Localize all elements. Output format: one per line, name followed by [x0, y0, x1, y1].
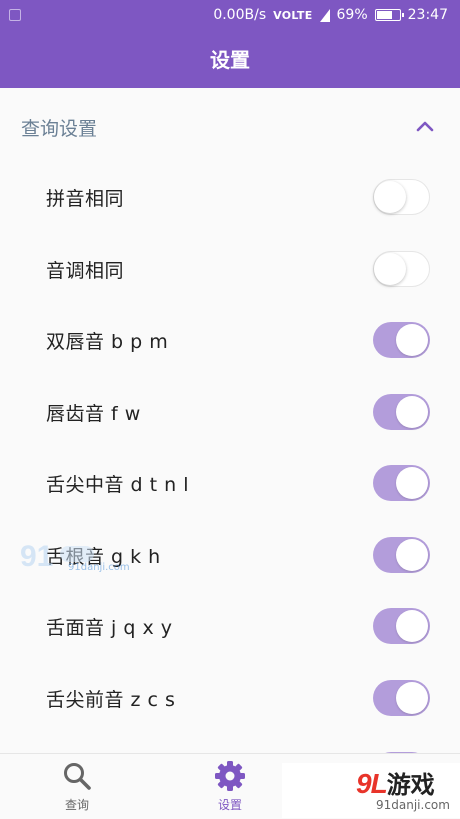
setting-label: 唇齿音 f w — [46, 402, 141, 425]
setting-row: 双唇音 b p m — [0, 305, 460, 377]
settings-list: 拼音相同 音调相同 双唇音 b p m 唇齿音 f w 舌尖中音 d t n l… — [0, 162, 460, 734]
page-title: 设置 — [210, 48, 250, 72]
setting-row: 唇齿音 f w — [0, 377, 460, 449]
setting-label: 舌面音 j q x y — [46, 617, 173, 639]
watermark-url: 91danji.com — [68, 562, 130, 573]
toggle-switch[interactable] — [373, 679, 430, 716]
toggle-thumb — [396, 324, 428, 356]
setting-label: 拼音相同 — [46, 188, 125, 210]
toggle-switch[interactable] — [373, 322, 430, 358]
status-indicators: 0.00B/s VOLTE 69% 23:47 — [213, 7, 448, 23]
toggle-thumb — [374, 181, 406, 213]
section-header-query-settings[interactable]: 查询设置 — [0, 92, 460, 160]
setting-row: 音调相同 — [0, 234, 460, 306]
signal-icon — [319, 8, 330, 22]
nav-item-query[interactable]: 查询 — [0, 754, 154, 819]
toggle-switch[interactable] — [373, 465, 430, 501]
clock: 23:47 — [407, 7, 448, 23]
setting-row: 舌尖前音 z c s — [0, 663, 460, 735]
toggle-switch[interactable] — [373, 536, 430, 573]
section-title: 查询设置 — [21, 118, 98, 140]
toggle-thumb — [396, 681, 428, 714]
network-speed: 0.00B/s — [213, 7, 267, 23]
battery-percent: 69% — [336, 7, 368, 23]
gear-icon — [214, 760, 246, 792]
setting-label: 音调相同 — [46, 259, 125, 282]
toggle-switch[interactable] — [373, 608, 430, 644]
volte-indicator: VOLTE — [273, 8, 313, 22]
brand-watermark: 9L游戏 91danji.com — [282, 763, 460, 818]
status-bar: 0.00B/s VOLTE 69% 23:47 — [0, 0, 460, 32]
brand-logo: 9L游戏 — [356, 765, 435, 800]
brand-name: 游戏 — [386, 772, 435, 799]
setting-row: 拼音相同 — [0, 162, 460, 234]
toggle-thumb — [396, 538, 428, 571]
setting-label: 双唇音 b p m — [46, 331, 169, 353]
toggle-switch[interactable] — [373, 393, 430, 430]
toggle-switch[interactable] — [373, 179, 430, 215]
svg-text:91: 91 — [20, 540, 53, 573]
notification-app-icon — [9, 9, 21, 21]
setting-row: 舌尖中音 d t n l — [0, 448, 460, 520]
app-bar: 设置 — [0, 32, 460, 88]
watermark-logo: 91 91danji.com — [20, 538, 140, 576]
toggle-thumb — [374, 252, 406, 285]
chevron-up-icon[interactable] — [416, 118, 434, 132]
nav-label-query: 查询 — [64, 798, 89, 812]
setting-row: 舌面音 j q x y — [0, 591, 460, 663]
setting-label: 舌尖中音 d t n l — [46, 474, 189, 496]
toggle-thumb — [396, 467, 428, 499]
setting-label: 舌尖前音 z c s — [46, 688, 176, 711]
brand-url: 91danji.com — [376, 798, 450, 812]
search-icon — [61, 760, 93, 792]
toggle-thumb — [396, 610, 428, 642]
brand-logo-mark: 9L — [356, 768, 388, 799]
toggle-switch[interactable] — [373, 250, 430, 287]
toggle-thumb — [396, 395, 428, 428]
battery-icon — [374, 9, 404, 21]
